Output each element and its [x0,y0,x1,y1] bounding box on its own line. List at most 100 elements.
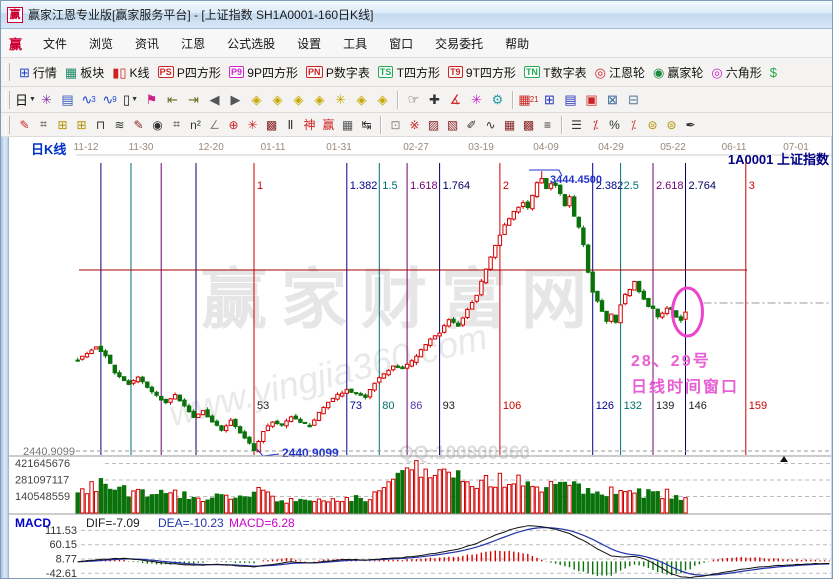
macd-pane: MACDDIF=-7.09DEA=-10.23MACD=6.28111.5360… [15,516,831,579]
grid-red1-icon[interactable]: ▦ [500,116,519,134]
t9-square-button[interactable]: T9 9T四方形 [448,64,516,81]
ruler-grid-icon[interactable]: ▦ [338,116,357,134]
svg-text:QQ:100800360: QQ:100800360 [399,443,530,464]
mini-chart3-icon[interactable]: ∿3 [78,90,99,110]
group-icon[interactable]: ⚙ [487,90,508,110]
macd-scale-label: 111.53 [45,525,77,537]
zoom-diamond3-button[interactable]: ◈ [288,90,309,110]
menu-item-1[interactable]: 文件 [32,31,78,56]
gold-grid1-icon[interactable]: ⊞ [53,116,72,134]
f-ruler-icon[interactable]: ⊓ [91,116,110,134]
t-number-table-button[interactable]: TN T数字表 [524,64,587,81]
export-button[interactable]: ⊠ [602,90,623,110]
pencil-icon[interactable]: ✐ [462,116,481,134]
compass-icon[interactable]: ◉ [148,116,167,134]
target2-icon[interactable]: ✳ [243,116,262,134]
comb-icon[interactable]: ⌗ [167,116,186,134]
p9-square-button[interactable]: P9 9P四方形 [229,64,298,81]
menu-item-10[interactable]: 帮助 [494,31,540,56]
menu-item-7[interactable]: 工具 [332,31,378,56]
gann-grid-icon[interactable]: ⌗ [34,116,53,134]
menu-item-6[interactable]: 设置 [286,31,332,56]
angle-measure-button[interactable]: ∡ [445,90,466,110]
note-icon[interactable]: ▤ [57,90,78,110]
scale-list-icon[interactable]: ☰ [567,116,586,134]
last-bar-button[interactable]: ⇥ [183,90,204,110]
spiral-icon[interactable]: ≋ [110,116,129,134]
crosshair-button[interactable]: ✚ [424,90,445,110]
percent-line-icon[interactable]: ⁒ [586,116,605,134]
money-button-icon: $ [770,66,777,79]
ink-pen-icon[interactable]: ✒ [681,116,700,134]
kline-button[interactable]: ▮▯K线 [112,64,149,81]
gold-coin1-icon[interactable]: ⊜ [643,116,662,134]
sectors-button[interactable]: ▦板块 [65,64,104,81]
zoom-diamond5-button[interactable]: ◈ [351,90,372,110]
gann-wheel-button[interactable]: ◎江恩轮 [595,64,645,81]
toolbar-separator [512,91,514,109]
date-tick: 02-27 [403,142,429,153]
slant-lines-icon[interactable]: ≡ [538,116,557,134]
overlay-icon[interactable]: ✳ [36,90,57,110]
box-tool-icon[interactable]: ⊡ [386,116,405,134]
zoom-diamond6-button[interactable]: ◈ [372,90,393,110]
candle-style-button[interactable]: ▯▼ [120,90,141,110]
percent-level-icon[interactable]: ⁒ [624,116,643,134]
chart-area[interactable]: 日K线11-1211-3012-2001-1101-3102-2703-1904… [1,137,833,579]
win-icon[interactable]: 赢 [319,116,338,134]
quotes-button[interactable]: ⊞行情 [19,64,57,81]
gift-icon[interactable]: ✳ [466,90,487,110]
menu-item-8[interactable]: 窗口 [378,31,424,56]
percent-icon[interactable]: % [605,116,624,134]
menu-item-5[interactable]: 公式选股 [216,31,286,56]
target1-icon[interactable]: ⊕ [224,116,243,134]
shen-icon[interactable]: 神 [300,116,319,134]
gold-grid2-icon[interactable]: ⊞ [72,116,91,134]
n2-icon[interactable]: n² [186,116,205,134]
report-button[interactable]: ▤ [560,90,581,110]
next-bar-button[interactable]: ▶ [225,90,246,110]
zoom-diamond1-button[interactable]: ◈ [246,90,267,110]
hexagon-button[interactable]: ◎六角形 [711,64,761,81]
angle-icon[interactable]: ∠ [205,116,224,134]
chart-canvas[interactable]: 日K线11-1211-3012-2001-1101-3102-2703-1904… [1,137,833,579]
menu-item-4[interactable]: 江恩 [170,31,216,56]
data-transfer-button[interactable]: ⊟ [623,90,644,110]
brush-icon[interactable]: ✎ [129,116,148,134]
grid-red2-icon[interactable]: ▩ [519,116,538,134]
first-bar-button[interactable]: ⇤ [162,90,183,110]
menu-item-2[interactable]: 浏览 [78,31,124,56]
prev-bar-button[interactable]: ◀ [204,90,225,110]
p-number-table-button[interactable]: PN P数字表 [306,64,370,81]
width-measure-icon[interactable]: ↹ [357,116,376,134]
t-square-button[interactable]: TS T四方形 [378,64,440,81]
flag-icon[interactable]: ⚑ [141,90,162,110]
shade-box-icon[interactable]: ▧ [443,116,462,134]
money-button[interactable]: $ [770,66,780,79]
zigzag-icon[interactable]: ∿ [481,116,500,134]
winner-wheel-button[interactable]: ◉赢家轮 [653,64,703,81]
svg-text:1.764: 1.764 [443,180,471,192]
calendar-button[interactable]: ▦21 [518,90,539,110]
zoom-diamond4-button[interactable]: ◈ [309,90,330,110]
mini-chart9-icon[interactable]: ∿9 [99,90,120,110]
target3-icon[interactable]: ▩ [262,116,281,134]
fan-lines-icon[interactable]: ※ [405,116,424,134]
draw-pen-icon[interactable]: ✎ [15,116,34,134]
child-window-icon[interactable]: 赢 [9,34,22,53]
gold-coin2-icon[interactable]: ⊜ [662,116,681,134]
menu-item-3[interactable]: 资讯 [124,31,170,56]
menu-item-9[interactable]: 交易委托 [424,31,494,56]
svg-text:146: 146 [689,400,707,412]
fan-box-icon[interactable]: ▨ [424,116,443,134]
period-day-button[interactable]: 日▼ [15,90,36,110]
hand-tool-button[interactable]: ☞ [403,90,424,110]
dea-line [78,528,830,576]
pause-icon[interactable]: Ⅱ [281,116,300,134]
calculator-button[interactable]: ⊞ [539,90,560,110]
zoom-diamond2-button[interactable]: ◈ [267,90,288,110]
save-button[interactable]: ▣ [581,90,602,110]
p-square-button[interactable]: PS P四方形 [158,64,221,81]
zoom-star-button[interactable]: ✳ [330,90,351,110]
quotes-button-icon: ⊞ [19,66,30,79]
